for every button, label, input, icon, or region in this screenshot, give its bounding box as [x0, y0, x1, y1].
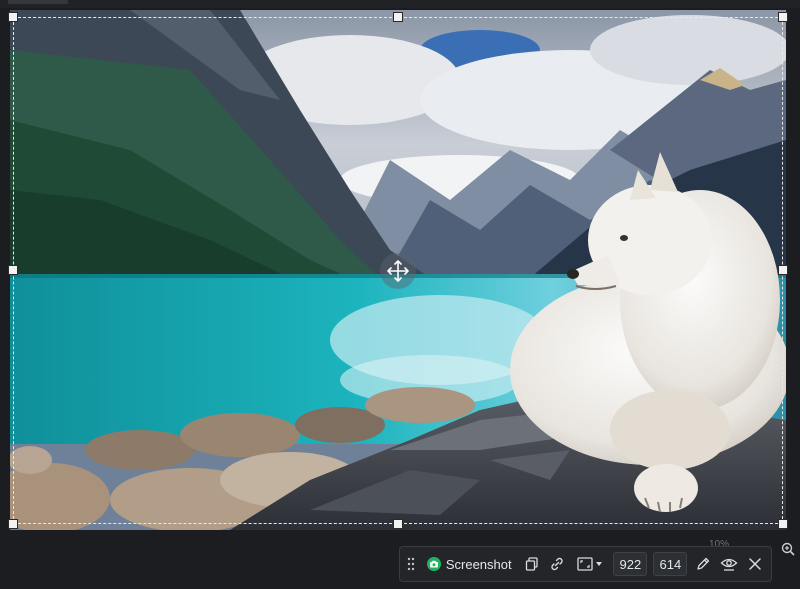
resize-handle-bottom-left[interactable] [8, 519, 18, 529]
zoom-in-icon[interactable] [781, 541, 795, 560]
preview-button[interactable] [719, 551, 739, 577]
camera-icon [426, 557, 441, 571]
aspect-ratio-icon [577, 557, 594, 571]
close-icon [749, 558, 761, 570]
screenshot-mode-label: Screenshot [445, 556, 512, 572]
link-button[interactable] [547, 551, 567, 577]
resize-handle-bottom-center[interactable] [393, 519, 403, 529]
resize-handle-top-center[interactable] [393, 12, 403, 22]
resize-handle-top-right[interactable] [778, 12, 788, 22]
screenshot-mode-button[interactable]: Screenshot [423, 551, 516, 577]
width-input[interactable]: 922 [613, 552, 648, 576]
capture-toolbar: Screenshot 922 614 [399, 546, 772, 582]
resize-handle-middle-right[interactable] [778, 265, 788, 275]
copy-button[interactable] [522, 551, 542, 577]
aspect-ratio-dropdown[interactable] [573, 552, 607, 576]
chevron-down-icon [596, 562, 603, 566]
move-icon[interactable] [380, 253, 416, 289]
drag-grip-icon[interactable] [406, 555, 417, 573]
window-tab [8, 0, 68, 4]
top-strip [0, 0, 800, 8]
resize-handle-top-left[interactable] [8, 12, 18, 22]
close-button[interactable] [745, 551, 765, 577]
preview-icon [720, 558, 738, 571]
annotate-button[interactable] [693, 551, 713, 577]
pen-icon [697, 557, 710, 570]
resize-handle-middle-left[interactable] [8, 265, 18, 275]
resize-handle-bottom-right[interactable] [778, 519, 788, 529]
height-input[interactable]: 614 [653, 552, 688, 576]
